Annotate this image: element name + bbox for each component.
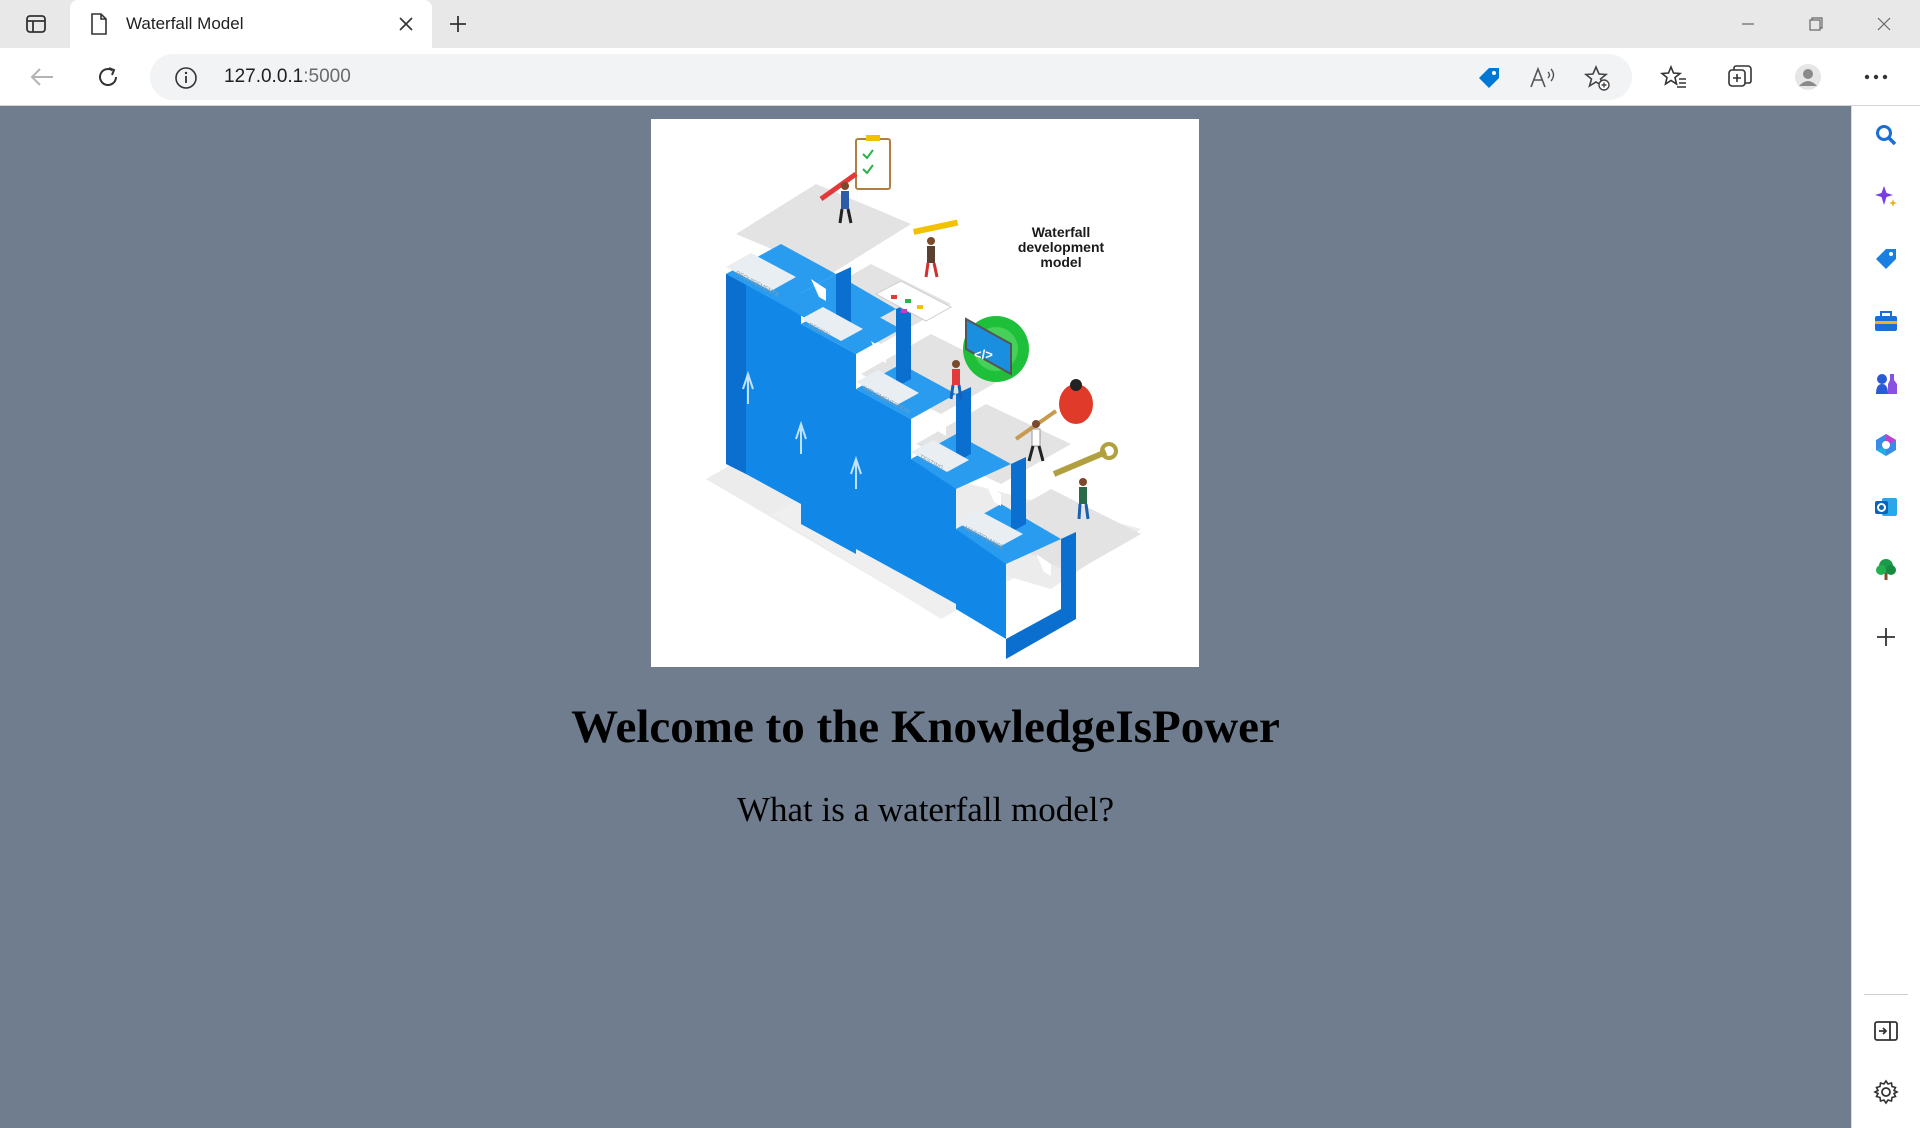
url-text[interactable]: 127.0.0.1:5000: [224, 66, 351, 88]
minimize-button[interactable]: [1714, 0, 1782, 48]
profile-button[interactable]: [1790, 59, 1826, 95]
url-host: 127.0.0.1: [224, 66, 304, 87]
copilot-icon[interactable]: [1867, 178, 1905, 216]
search-icon[interactable]: [1867, 116, 1905, 154]
refresh-button[interactable]: [90, 59, 126, 95]
add-icon[interactable]: [1867, 618, 1905, 656]
page-subtitle: What is a waterfall model?: [736, 790, 1115, 829]
tab-actions-button[interactable]: [14, 8, 58, 40]
avatar-icon: [1795, 64, 1821, 90]
outlook-icon[interactable]: [1867, 488, 1905, 526]
plus-icon: [450, 16, 466, 32]
close-icon: [1877, 17, 1891, 31]
waterfall-model-image: </> Waterfall development model REQUIREM…: [651, 119, 1199, 667]
hide-sidebar-icon[interactable]: [1867, 1012, 1905, 1050]
svg-text:</>: </>: [974, 347, 993, 362]
favorites-icon: [1660, 64, 1686, 88]
add-favorite-icon[interactable]: [1582, 63, 1612, 93]
microsoft365-icon[interactable]: [1867, 426, 1905, 464]
tree-icon[interactable]: [1867, 550, 1905, 588]
site-info-icon[interactable]: [174, 66, 198, 95]
shopping-icon[interactable]: [1867, 240, 1905, 278]
image-caption-line: Waterfall: [1032, 224, 1091, 240]
back-arrow-icon: [30, 68, 53, 86]
settings-more-button[interactable]: [1858, 59, 1894, 95]
tab-strip: Waterfall Model: [0, 0, 1920, 48]
sidebar-divider: [1864, 994, 1908, 995]
new-tab-button[interactable]: [442, 8, 474, 40]
tab-waterfall-model[interactable]: Waterfall Model: [70, 0, 432, 48]
image-caption-line: development: [1018, 239, 1105, 255]
collections-icon: [1728, 65, 1752, 87]
toolbar: 127.0.0.1:5000: [0, 48, 1920, 106]
tab-actions-icon: [26, 15, 46, 33]
page-title: Welcome to the KnowledgeIsPower: [571, 701, 1280, 753]
more-icon: [1864, 74, 1888, 80]
tab-title: Waterfall Model: [126, 14, 244, 33]
minimize-icon: [1742, 23, 1754, 25]
close-window-button[interactable]: [1850, 0, 1918, 48]
page-icon: [90, 13, 108, 40]
settings-icon[interactable]: [1867, 1073, 1905, 1111]
refresh-icon: [99, 67, 117, 86]
page-content: </> Waterfall development model REQUIREM…: [0, 106, 1851, 1128]
tools-icon[interactable]: [1867, 302, 1905, 340]
restore-icon: [1809, 17, 1823, 31]
read-aloud-icon[interactable]: [1528, 63, 1558, 93]
close-tab-icon[interactable]: [394, 12, 418, 36]
address-bar[interactable]: 127.0.0.1:5000: [150, 54, 1632, 100]
restore-button[interactable]: [1782, 0, 1850, 48]
back-button[interactable]: [24, 59, 60, 95]
url-port: :5000: [303, 66, 351, 87]
favorites-button[interactable]: [1656, 59, 1692, 95]
image-caption-line: model: [1040, 254, 1081, 270]
edge-sidebar: [1851, 106, 1920, 1128]
collections-button[interactable]: [1722, 59, 1758, 95]
shopping-tag-icon[interactable]: [1474, 63, 1504, 93]
games-icon[interactable]: [1867, 364, 1905, 402]
